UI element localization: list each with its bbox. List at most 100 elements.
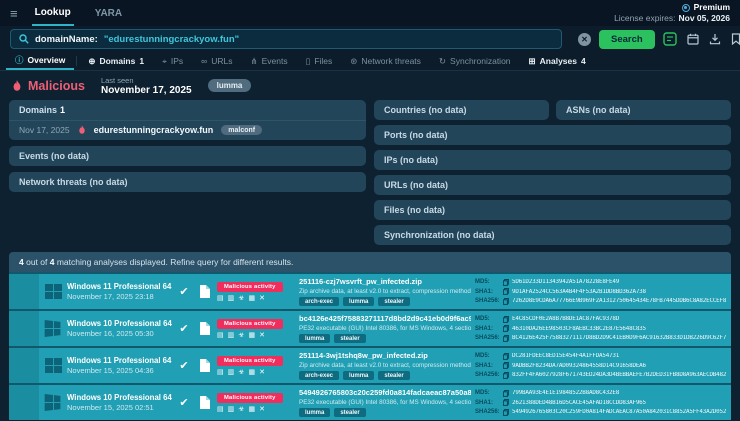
file-name[interactable]: 251114-3wj1tshq8w_pw_infected.zip xyxy=(299,351,471,360)
analysis-date: November 15, 2025 04:36 xyxy=(67,366,173,376)
malconf-tag[interactable]: malconf xyxy=(221,125,262,135)
analysis-row[interactable]: Windows 11 Professional 64 bit November … xyxy=(9,272,731,309)
copy-icon[interactable] xyxy=(503,288,509,295)
tab-files[interactable]: ▯Files xyxy=(297,52,342,70)
md5-value[interactable]: DC281FDEEC8ED15E454F4A1FFDA54731 xyxy=(512,353,619,359)
sha256-value[interactable]: 5494926765803C20C259FD0A814FADCAEAC87A50… xyxy=(512,409,726,415)
report-icon[interactable]: ▦ xyxy=(249,295,256,302)
report-icon[interactable]: ▦ xyxy=(249,369,256,376)
tag-pill[interactable]: lumma xyxy=(343,297,374,306)
md5-value[interactable]: 799BAA93E4E1E19848522B8AD8C432E8 xyxy=(512,390,619,396)
tag-pill[interactable]: stealer xyxy=(334,334,365,343)
report-icon[interactable]: ▦ xyxy=(249,406,256,413)
ports-panel[interactable]: Ports (no data) xyxy=(374,125,731,145)
analysis-row[interactable]: Windows 11 Professional 64 bit November … xyxy=(9,346,731,383)
copy-icon[interactable] xyxy=(503,279,509,286)
copy-icon[interactable] xyxy=(503,390,509,397)
copy-icon[interactable] xyxy=(503,298,509,305)
biohazard-icon[interactable]: ☣ xyxy=(238,332,244,339)
calendar-icon[interactable] xyxy=(687,33,699,45)
biohazard-icon[interactable]: ☣ xyxy=(238,369,244,376)
copy-icon[interactable] xyxy=(503,362,509,369)
clear-search-icon[interactable]: ✕ xyxy=(578,33,591,46)
graph-icon[interactable]: ▥ xyxy=(228,295,235,302)
tag-pill[interactable]: lumma xyxy=(343,371,374,380)
biohazard-icon[interactable]: ☣ xyxy=(238,406,244,413)
graph-icon[interactable]: ▥ xyxy=(228,332,235,339)
document-icon[interactable] xyxy=(197,396,211,409)
tools-icon[interactable]: ✕ xyxy=(259,332,265,339)
tab-overview[interactable]: ⓘOverview xyxy=(6,52,74,70)
tag-pill[interactable]: arch-exec xyxy=(299,371,339,380)
tools-icon[interactable]: ✕ xyxy=(259,295,265,302)
copy-icon[interactable] xyxy=(503,372,509,379)
tag-pill[interactable]: arch-exec xyxy=(299,297,339,306)
graph-icon[interactable]: ▥ xyxy=(228,406,235,413)
copy-icon[interactable] xyxy=(503,325,509,332)
ips-panel[interactable]: IPs (no data) xyxy=(374,150,731,170)
countries-panel[interactable]: Countries (no data) xyxy=(374,100,549,120)
files-panel[interactable]: Files (no data) xyxy=(374,200,731,220)
search-button[interactable]: Search xyxy=(599,30,655,49)
urls-panel[interactable]: URLs (no data) xyxy=(374,175,731,195)
network-threats-panel[interactable]: Network threats (no data) xyxy=(9,172,366,192)
tab-events[interactable]: ⋔Events xyxy=(242,52,297,70)
analysis-row[interactable]: Windows 10 Professional 64 bit November … xyxy=(9,383,731,420)
file-name[interactable]: 5494926765803c20c259fd0a814fadcaeac87a50… xyxy=(299,388,471,397)
tab-network-threats[interactable]: ⊛Network threats xyxy=(341,52,430,70)
tab-yara[interactable]: YARA xyxy=(92,0,125,26)
tools-icon[interactable]: ✕ xyxy=(259,369,265,376)
menu-icon[interactable]: ≡ xyxy=(10,7,18,20)
tag-pill[interactable]: stealer xyxy=(334,408,365,417)
md5-value[interactable]: E4C85CDF0E2A8B7B8DE1AC87FAC9378D xyxy=(512,316,619,322)
tag-pill[interactable]: lumma xyxy=(299,408,330,417)
sha256-value[interactable]: 832FF4FA6027928F671743ED24DA3D4BEBBAEFE7… xyxy=(512,372,726,378)
files-icon[interactable]: ▤ xyxy=(217,332,224,339)
tag-pill[interactable]: stealer xyxy=(378,371,409,380)
copy-icon[interactable] xyxy=(503,316,509,323)
sha1-value[interactable]: 9ADBB2F8234DA7AD09324864558D14C91658DEA6 xyxy=(512,363,646,369)
tag-pill[interactable]: lumma xyxy=(299,334,330,343)
tab-analyses[interactable]: ⊞Analyses4 xyxy=(520,52,595,70)
copy-icon[interactable] xyxy=(503,409,509,416)
copy-icon[interactable] xyxy=(503,335,509,342)
copy-icon[interactable] xyxy=(503,399,509,406)
files-icon[interactable]: ▤ xyxy=(217,369,224,376)
sha256-value[interactable]: BC4126E425F75883271117D8BD2D9C41EB0D9F6A… xyxy=(512,335,726,341)
report-icon[interactable]: ▦ xyxy=(249,332,256,339)
threat-tag[interactable]: lumma xyxy=(208,79,252,92)
sha1-value[interactable]: 2621388DED48B16D5CACE45AFAD18CCDD83AF965 xyxy=(512,400,646,406)
premium-badge[interactable]: Premium xyxy=(682,2,730,13)
analysis-row[interactable]: Windows 10 Professional 64 bit November … xyxy=(9,309,731,346)
bookmark-icon[interactable] xyxy=(731,33,740,45)
tab-domains[interactable]: ⊕Domains1 xyxy=(79,52,153,70)
biohazard-icon[interactable]: ☣ xyxy=(238,295,244,302)
search-input[interactable]: domainName:"edurestunningcrackyow.fun" xyxy=(10,29,562,49)
download-icon[interactable] xyxy=(709,33,721,45)
md5-value[interactable]: 5D61D233D11343942A51A78228E8FE49 xyxy=(512,279,619,285)
files-icon[interactable]: ▤ xyxy=(217,295,224,302)
tab-ips[interactable]: ⌖IPs xyxy=(153,52,192,70)
files-icon[interactable]: ▤ xyxy=(217,406,224,413)
query-builder-icon[interactable] xyxy=(663,32,677,46)
sha256-value[interactable]: 7262D8E9CDA6A77766E9B969F2A1312750645434… xyxy=(512,298,726,304)
file-name[interactable]: 251116-czj7wsvrft_pw_infected.zip xyxy=(299,277,471,286)
synchronization-panel[interactable]: Synchronization (no data) xyxy=(374,225,731,245)
tag-pill[interactable]: stealer xyxy=(378,297,409,306)
document-icon[interactable] xyxy=(197,285,211,298)
graph-icon[interactable]: ▥ xyxy=(228,369,235,376)
document-icon[interactable] xyxy=(197,322,211,335)
tab-urls[interactable]: ∞URLs xyxy=(192,52,241,70)
tab-synchronization[interactable]: ↻Synchronization xyxy=(430,52,520,70)
domain-link[interactable]: edurestunningcrackyow.fun xyxy=(94,125,214,135)
copy-icon[interactable] xyxy=(503,353,509,360)
sha1-value[interactable]: 46310DA26EE98503CF8AEBC33BC2E87E5648C835 xyxy=(512,326,646,332)
events-panel[interactable]: Events (no data) xyxy=(9,146,366,166)
sha1-value[interactable]: 9D1AFA2524CC563A4B4F4F53A2B1DD8BD362A738 xyxy=(512,289,646,295)
file-name[interactable]: bc4126e425f75883271117d8bd2d9c41eb0d9f6a… xyxy=(299,314,471,323)
document-icon[interactable] xyxy=(197,359,211,372)
domain-row[interactable]: Nov 17, 2025 edurestunningcrackyow.fun m… xyxy=(9,120,366,140)
tab-lookup[interactable]: Lookup xyxy=(32,0,74,26)
tools-icon[interactable]: ✕ xyxy=(259,406,265,413)
asns-panel[interactable]: ASNs (no data) xyxy=(556,100,731,120)
